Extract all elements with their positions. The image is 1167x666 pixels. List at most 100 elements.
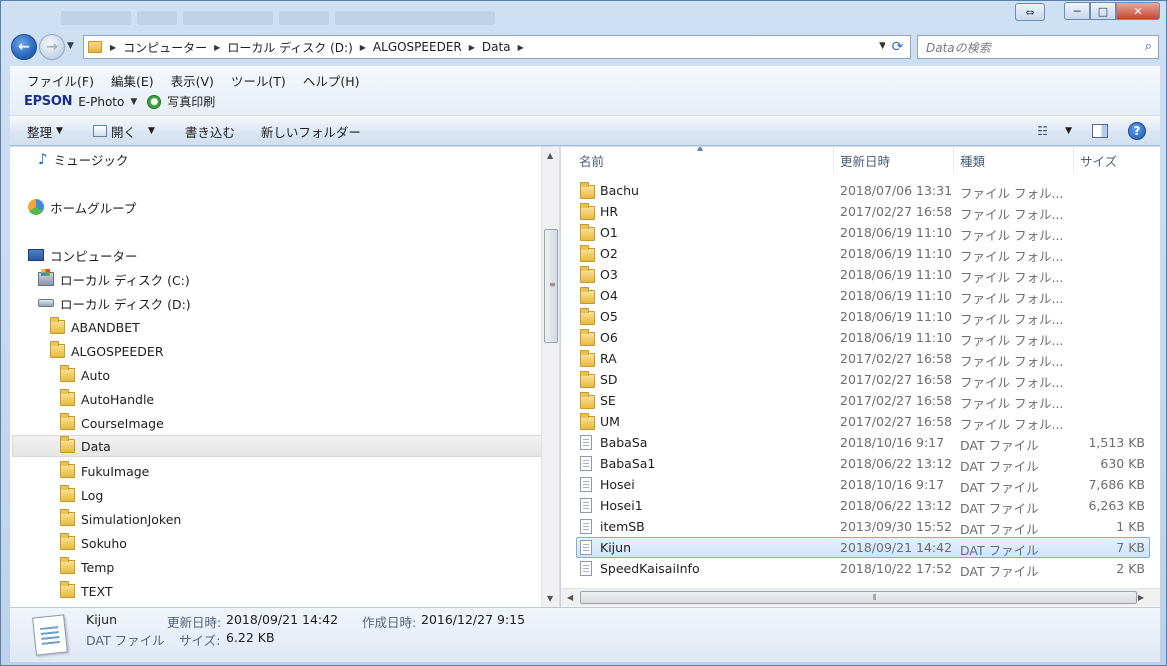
nav-item-abandbet[interactable]: ABANDBET bbox=[50, 316, 140, 338]
breadcrumb-algospeeder[interactable]: ALGOSPEEDER bbox=[368, 40, 467, 54]
nav-item-music[interactable]: ♪ ミュージック bbox=[38, 148, 128, 170]
nav-item-auto[interactable]: Auto bbox=[60, 364, 110, 386]
file-row[interactable]: O5 2018/06/19 11:10 ファイル フォル... bbox=[561, 306, 1160, 327]
file-date: 2018/06/19 11:10 bbox=[840, 246, 953, 261]
file-row[interactable]: SE 2017/02/27 16:58 ファイル フォル... bbox=[561, 390, 1160, 411]
scroll-left-arrow-icon[interactable]: ◀ bbox=[567, 593, 573, 602]
file-row[interactable]: O3 2018/06/19 11:10 ファイル フォル... bbox=[561, 264, 1160, 285]
file-row[interactable]: Hosei 2018/10/16 9:17 DAT ファイル 7,686 KB bbox=[561, 474, 1160, 495]
file-row[interactable]: O1 2018/06/19 11:10 ファイル フォル... bbox=[561, 222, 1160, 243]
menu-file[interactable]: ファイル(F) bbox=[26, 70, 95, 91]
nav-item-label: TEXT bbox=[81, 583, 113, 599]
nav-item-algospeeder[interactable]: ALGOSPEEDER bbox=[50, 340, 164, 362]
breadcrumb-arrow-icon[interactable]: ▶ bbox=[358, 43, 368, 52]
ephoto-dropdown-icon[interactable]: ▼ bbox=[130, 97, 137, 107]
nav-pane-scrollbar[interactable]: ▲ ≡ ▼ bbox=[541, 147, 559, 607]
new-folder-button[interactable]: 新しいフォルダー bbox=[253, 122, 369, 141]
refresh-button[interactable]: ⟳ bbox=[885, 35, 911, 59]
file-row[interactable]: Hosei1 2018/06/22 13:12 DAT ファイル 6,263 KB bbox=[561, 495, 1160, 516]
ephoto-button[interactable]: E-Photo bbox=[78, 95, 124, 109]
details-file-name: Kijun bbox=[86, 612, 117, 627]
change-view-dropdown-icon[interactable]: ▼ bbox=[1065, 126, 1072, 136]
preview-pane-icon[interactable] bbox=[1092, 124, 1108, 138]
burn-button[interactable]: 書き込む bbox=[177, 122, 243, 141]
file-row[interactable]: O4 2018/06/19 11:10 ファイル フォル... bbox=[561, 285, 1160, 306]
file-row[interactable]: itemSB 2013/09/30 15:52 DAT ファイル 1 KB bbox=[561, 516, 1160, 537]
nav-item-drive-c[interactable]: ローカル ディスク (C:) bbox=[38, 268, 190, 290]
file-type: ファイル フォル... bbox=[960, 375, 1064, 390]
menu-help[interactable]: ヘルプ(H) bbox=[302, 70, 361, 91]
file-row[interactable]: HR 2017/02/27 16:58 ファイル フォル... bbox=[561, 201, 1160, 222]
change-view-icon[interactable]: ☷ bbox=[1037, 124, 1048, 138]
file-row[interactable]: BabaSa1 2018/06/22 13:12 DAT ファイル 630 KB bbox=[561, 453, 1160, 474]
nav-item-log[interactable]: Log bbox=[60, 484, 103, 506]
back-button[interactable]: ← bbox=[11, 34, 37, 60]
breadcrumb-computer[interactable]: コンピューター bbox=[118, 39, 212, 56]
search-icon[interactable]: ⌕ bbox=[1145, 39, 1152, 54]
scroll-thumb[interactable]: ≡ bbox=[544, 229, 558, 343]
folder-icon bbox=[580, 203, 595, 220]
file-name: itemSB bbox=[600, 519, 645, 534]
scroll-up-arrow-icon[interactable]: ▲ bbox=[547, 151, 553, 160]
file-name: UM bbox=[600, 414, 620, 429]
file-row[interactable]: UM 2017/02/27 16:58 ファイル フォル... bbox=[561, 411, 1160, 432]
menu-edit[interactable]: 編集(E) bbox=[110, 70, 155, 91]
breadcrumb-arrow-icon[interactable]: ▶ bbox=[212, 43, 222, 52]
nav-item-homegroup[interactable]: ホームグループ bbox=[28, 196, 136, 218]
scroll-right-arrow-icon[interactable]: ▶ bbox=[1138, 593, 1144, 602]
column-type[interactable]: 種類 bbox=[954, 147, 1074, 173]
nav-item-courseimage[interactable]: CourseImage bbox=[60, 412, 164, 434]
file-row[interactable]: O6 2018/06/19 11:10 ファイル フォル... bbox=[561, 327, 1160, 348]
file-row[interactable]: SD 2017/02/27 16:58 ファイル フォル... bbox=[561, 369, 1160, 390]
nav-item-text[interactable]: TEXT bbox=[60, 580, 113, 602]
file-name: Hosei bbox=[600, 477, 635, 492]
recent-pages-dropdown[interactable]: ▼ bbox=[67, 41, 74, 51]
file-row[interactable]: O2 2018/06/19 11:10 ファイル フォル... bbox=[561, 243, 1160, 264]
breadcrumb-data[interactable]: Data bbox=[477, 40, 516, 54]
nav-item-simulationjoken[interactable]: SimulationJoken bbox=[60, 508, 181, 530]
organize-button[interactable]: 整理 ▼ bbox=[19, 122, 71, 141]
organize-label: 整理 bbox=[27, 124, 53, 140]
file-date: 2018/10/16 9:17 bbox=[840, 477, 945, 492]
navigation-pane: ♪ ミュージック ホームグループ コンピューター ローカル ディスク (C:) … bbox=[10, 147, 560, 607]
nav-item-data[interactable]: Data bbox=[12, 435, 542, 457]
file-row[interactable]: Kijun 2018/09/21 14:42 DAT ファイル 7 KB bbox=[561, 537, 1160, 558]
breadcrumb-arrow-icon[interactable]: ▶ bbox=[108, 43, 118, 52]
nav-item-sokuho[interactable]: Sokuho bbox=[60, 532, 127, 554]
help-icon[interactable]: ? bbox=[1128, 122, 1146, 140]
file-list-horizontal-scrollbar[interactable]: ◀ ⦀ ▶ bbox=[561, 588, 1160, 606]
computer-icon bbox=[28, 249, 44, 261]
maximize-button[interactable]: □ bbox=[1090, 2, 1116, 20]
file-row[interactable]: SpeedKaisaiInfo 2018/10/22 17:52 DAT ファイル 2… bbox=[561, 558, 1160, 579]
file-row[interactable]: BabaSa 2018/10/16 9:17 DAT ファイル 1,513 KB bbox=[561, 432, 1160, 453]
close-button[interactable]: ✕ bbox=[1116, 2, 1160, 20]
forward-button[interactable]: → bbox=[39, 34, 65, 60]
column-size-label: サイズ bbox=[1080, 153, 1118, 169]
file-row[interactable]: RA 2017/02/27 16:58 ファイル フォル... bbox=[561, 348, 1160, 369]
folder-icon bbox=[580, 371, 595, 388]
menu-tools[interactable]: ツール(T) bbox=[230, 70, 287, 91]
minimize-button[interactable]: ─ bbox=[1064, 2, 1090, 20]
scroll-thumb[interactable]: ⦀ bbox=[580, 591, 1137, 604]
nav-item-fukuimage[interactable]: FukuImage bbox=[60, 460, 149, 482]
file-date: 2018/06/22 13:12 bbox=[840, 456, 953, 471]
resize-arrow-button[interactable]: ⇔ bbox=[1015, 3, 1045, 21]
nav-item-temp[interactable]: Temp bbox=[60, 556, 114, 578]
open-button[interactable]: 開く ▼ bbox=[85, 122, 163, 141]
nav-item-autohandle[interactable]: AutoHandle bbox=[60, 388, 154, 410]
breadcrumb-arrow-icon[interactable]: ▶ bbox=[467, 43, 477, 52]
nav-item-computer[interactable]: コンピューター bbox=[28, 244, 138, 266]
search-input[interactable]: Dataの検索 ⌕ bbox=[917, 35, 1159, 59]
column-name[interactable]: 名前 bbox=[573, 147, 834, 173]
scroll-down-arrow-icon[interactable]: ▼ bbox=[547, 594, 553, 603]
breadcrumb-drive-d[interactable]: ローカル ディスク (D:) bbox=[222, 39, 357, 56]
nav-item-drive-d[interactable]: ローカル ディスク (D:) bbox=[38, 292, 191, 314]
grip-icon: ≡ bbox=[549, 280, 556, 289]
column-size[interactable]: サイズ bbox=[1074, 147, 1154, 173]
address-bar[interactable]: ▶ コンピューター ▶ ローカル ディスク (D:) ▶ ALGOSPEEDER… bbox=[83, 35, 891, 59]
column-date[interactable]: 更新日時 bbox=[834, 147, 954, 173]
breadcrumb-arrow-icon[interactable]: ▶ bbox=[516, 43, 526, 52]
file-row[interactable]: Bachu 2018/07/06 13:31 ファイル フォル... bbox=[561, 180, 1160, 201]
photo-print-button[interactable]: 写真印刷 bbox=[167, 93, 215, 110]
menu-view[interactable]: 表示(V) bbox=[170, 70, 215, 91]
